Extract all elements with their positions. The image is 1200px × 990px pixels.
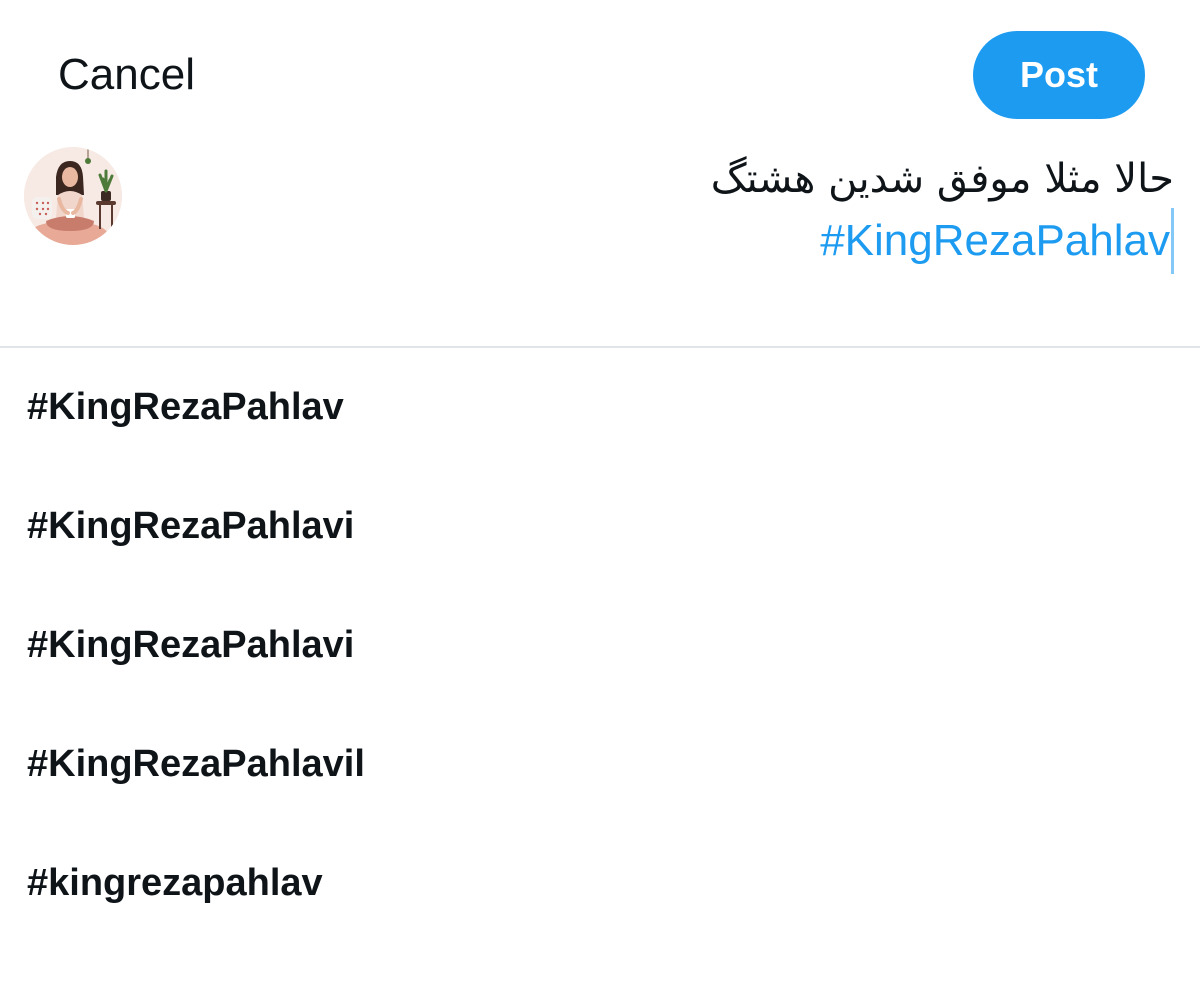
post-hashtag-row: #KingRezaPahlav [374,208,1174,274]
hashtag-suggestion-label: #KingRezaPahlav [27,386,344,428]
hashtag-suggestion[interactable]: #KingRezaPahlavil [0,705,1200,824]
hashtag-suggestions-list: #KingRezaPahlav #KingRezaPahlavi #KingRe… [0,348,1200,943]
typed-hashtag: #KingRezaPahlav [820,208,1174,274]
avatar[interactable] [24,147,122,245]
hashtag-suggestion[interactable]: #KingRezaPahlav [0,348,1200,467]
hashtag-suggestion[interactable]: #KingRezaPahlavi [0,586,1200,705]
hashtag-suggestion[interactable]: #KingRezaPahlavi [0,467,1200,586]
hashtag-suggestion-label: #KingRezaPahlavi [27,624,355,666]
user-avatar-illustration-icon [24,147,122,245]
post-button[interactable]: Post [973,31,1145,119]
cancel-button[interactable]: Cancel [58,48,195,102]
typed-hashtag-text: #KingRezaPahlav [820,216,1170,265]
hashtag-suggestion[interactable]: #kingrezapahlav [0,824,1200,943]
post-text-line: حالا مثلا موفق شدین هشتگ [710,156,1174,202]
hashtag-suggestion-label: #kingrezapahlav [27,862,323,904]
text-cursor [1171,208,1174,274]
hashtag-suggestion-label: #KingRezaPahlavil [27,743,365,785]
hashtag-suggestion-label: #KingRezaPahlavi [27,505,355,547]
post-text-area[interactable]: حالا مثلا موفق شدین هشتگ #KingRezaPahlav [374,150,1174,274]
compose-post-screen: Cancel Post حالا مثلا موفق شدین هشتگ #Ki… [0,0,1200,990]
